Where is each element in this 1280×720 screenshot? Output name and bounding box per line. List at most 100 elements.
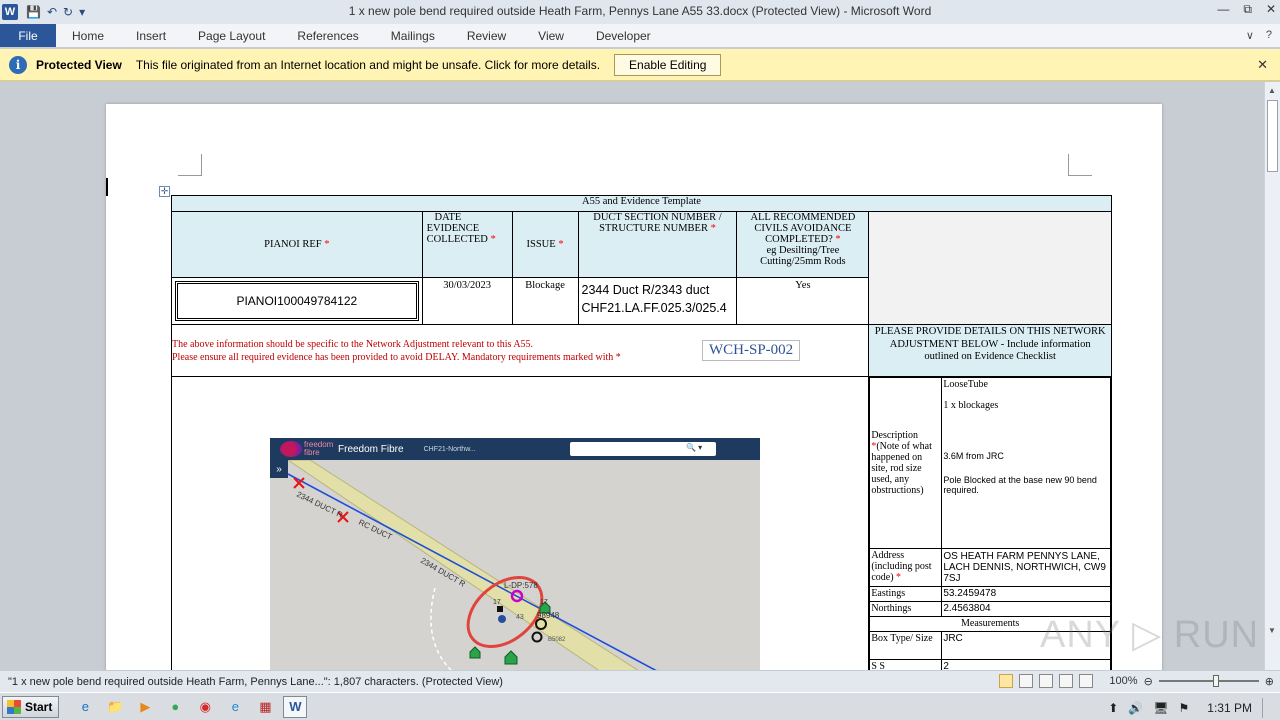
internet-explorer-icon[interactable]: e <box>73 696 97 718</box>
document-area: ✛ A55 and Evidence Template PIANOI REF *… <box>0 82 1264 670</box>
map-label-98948: 98948 <box>537 611 560 620</box>
civils-value: Yes <box>736 277 870 325</box>
file-explorer-icon[interactable]: 📁 <box>103 696 127 718</box>
tab-page-layout[interactable]: Page Layout <box>182 24 281 47</box>
tab-mailings[interactable]: Mailings <box>375 24 451 47</box>
table-move-handle-icon[interactable]: ✛ <box>159 186 170 197</box>
system-tray: ⬆ 🔊 🖥 ⚑ 1:31 PM <box>1108 698 1274 718</box>
draft-view-icon[interactable] <box>1079 674 1094 688</box>
undo-icon[interactable]: ↶ <box>47 5 57 19</box>
minimize-ribbon-icon[interactable]: ∨ <box>1246 29 1254 42</box>
action-center-flag-icon[interactable]: ⚑ <box>1179 701 1190 715</box>
header-duct: DUCT SECTION NUMBER / STRUCTURE NUMBER * <box>577 211 738 278</box>
scroll-down-icon[interactable]: ▼ <box>1268 626 1276 635</box>
tab-developer[interactable]: Developer <box>580 24 667 47</box>
scroll-up-icon[interactable]: ▲ <box>1268 86 1276 95</box>
enable-editing-button[interactable]: Enable Editing <box>614 53 722 76</box>
header-civils: ALL RECOMMENDED CIVILS AVOIDANCE COMPLET… <box>736 211 870 278</box>
description-value: LooseTube 1 x blockages 3.6M from JRC Po… <box>941 377 1111 549</box>
minimize-button[interactable]: — <box>1217 2 1229 17</box>
edge-icon[interactable]: e <box>223 696 247 718</box>
map-screenshot[interactable]: 2344 DUCT R RC DUCT 2344 DUCT R L-DP:578… <box>270 438 760 670</box>
tab-file[interactable]: File <box>0 24 56 47</box>
volume-icon[interactable]: 🔊 <box>1128 701 1143 715</box>
crop-mark-right <box>1068 154 1092 176</box>
media-player-icon[interactable]: ▶ <box>133 696 157 718</box>
pianoi-cell: PIANOI100049784122 <box>171 277 423 325</box>
show-desktop-button[interactable] <box>1262 698 1274 718</box>
measurements-header: Measurements <box>869 616 1111 632</box>
redo-icon[interactable]: ↻ <box>63 5 73 19</box>
scroll-thumb[interactable] <box>1267 100 1278 172</box>
ribbon-tabs: File Home Insert Page Layout References … <box>0 24 1280 48</box>
description-label: Description *(Note of what happened on si… <box>869 377 943 549</box>
web-layout-view-icon[interactable] <box>1039 674 1054 688</box>
status-text: "1 x new pole bend required outside Heat… <box>8 675 503 688</box>
outline-view-icon[interactable] <box>1059 674 1074 688</box>
details-table: Description *(Note of what happened on si… <box>869 377 1111 670</box>
boxtype-label: Box Type/ Size <box>869 631 943 660</box>
title-bar: W 💾 ↶ ↻ ▾ 1 x new pole bend required out… <box>0 0 1280 24</box>
map-brand: Freedom Fibre <box>338 443 404 455</box>
app-icon[interactable]: ▦ <box>253 696 277 718</box>
zoom-out-icon[interactable]: ⊖ <box>1144 675 1153 688</box>
zoom-level[interactable]: 100% <box>1109 675 1137 687</box>
details-cell: Description *(Note of what happened on si… <box>868 376 1112 670</box>
map-label-ldp: L-DP:578 <box>504 581 538 590</box>
reference-code-box: WCH-SP-002 <box>702 340 801 361</box>
help-icon[interactable]: ? <box>1266 29 1272 42</box>
restore-button[interactable]: ⧉ <box>1243 2 1252 17</box>
close-button[interactable]: ✕ <box>1266 2 1276 17</box>
vertical-scrollbar[interactable]: ▲ ▼ <box>1264 82 1280 670</box>
tab-insert[interactable]: Insert <box>120 24 182 47</box>
clock[interactable]: 1:31 PM <box>1207 701 1252 715</box>
freedom-fibre-logo-icon <box>280 441 302 457</box>
close-protected-bar-icon[interactable]: ✕ <box>1257 57 1268 73</box>
map-logo-text: freedom fibre <box>304 440 334 457</box>
empty-grey-cell <box>868 211 1112 325</box>
map-label-17b: 17 <box>540 599 548 606</box>
word-app-icon[interactable]: W <box>2 4 18 20</box>
header-date: DATE EVIDENCE COLLECTED * <box>421 211 513 278</box>
word-taskbar-icon[interactable]: W <box>283 695 308 718</box>
zoom-slider-thumb[interactable] <box>1212 675 1219 687</box>
header-pianoi: PIANOI REF * <box>171 211 423 278</box>
text-cursor <box>106 178 108 196</box>
address-label: Address (including post code) * <box>869 548 943 587</box>
pianoi-value[interactable]: PIANOI100049784122 <box>175 281 419 321</box>
eastings-label: Eastings <box>869 586 943 602</box>
protected-view-message[interactable]: This file originated from an Internet lo… <box>136 58 600 72</box>
map-area-selector: CHF21-Northw... <box>423 445 476 453</box>
window-title: 1 x new pole bend required outside Heath… <box>348 4 932 18</box>
status-bar: "1 x new pole bend required outside Heat… <box>0 670 1280 692</box>
notes-cell: The above information should be specific… <box>170 324 870 377</box>
date-value: 30/03/2023 <box>421 277 513 325</box>
full-screen-reading-view-icon[interactable] <box>1019 674 1034 688</box>
duct-value: 2344 Duct R/2343 duct CHF21.LA.FF.025.3/0… <box>577 277 738 325</box>
windows-logo-icon <box>7 699 21 714</box>
print-layout-view-icon[interactable] <box>999 674 1014 688</box>
network-icon[interactable]: 🖥 <box>1153 701 1168 715</box>
customize-qat-icon[interactable]: ▾ <box>79 5 85 19</box>
ribbon-right-controls: ∨ ? <box>1246 29 1272 42</box>
tab-home[interactable]: Home <box>56 24 120 47</box>
zoom-slider[interactable] <box>1158 675 1259 687</box>
chrome-icon[interactable]: ● <box>163 696 187 718</box>
tab-view[interactable]: View <box>522 24 580 47</box>
next-row-label: S S <box>869 659 943 670</box>
opera-icon[interactable]: ◉ <box>193 696 217 718</box>
crop-mark-left <box>178 154 202 176</box>
tab-references[interactable]: References <box>281 24 374 47</box>
window-controls: — ⧉ ✕ <box>1217 2 1276 17</box>
tab-review[interactable]: Review <box>451 24 522 47</box>
start-button[interactable]: Start <box>2 695 60 718</box>
map-label-b5082: B5082 <box>548 637 566 643</box>
document-page[interactable]: ✛ A55 and Evidence Template PIANOI REF *… <box>106 104 1162 670</box>
northings-label: Northings <box>869 601 943 617</box>
protected-view-bar: i Protected View This file originated fr… <box>0 49 1280 81</box>
info-icon: i <box>9 55 27 74</box>
save-icon[interactable]: 💾 <box>26 5 41 19</box>
map-expand-icon: » <box>270 460 288 478</box>
zoom-in-icon[interactable]: ⊕ <box>1265 675 1274 688</box>
show-hidden-icons-icon[interactable]: ⬆ <box>1108 701 1118 715</box>
